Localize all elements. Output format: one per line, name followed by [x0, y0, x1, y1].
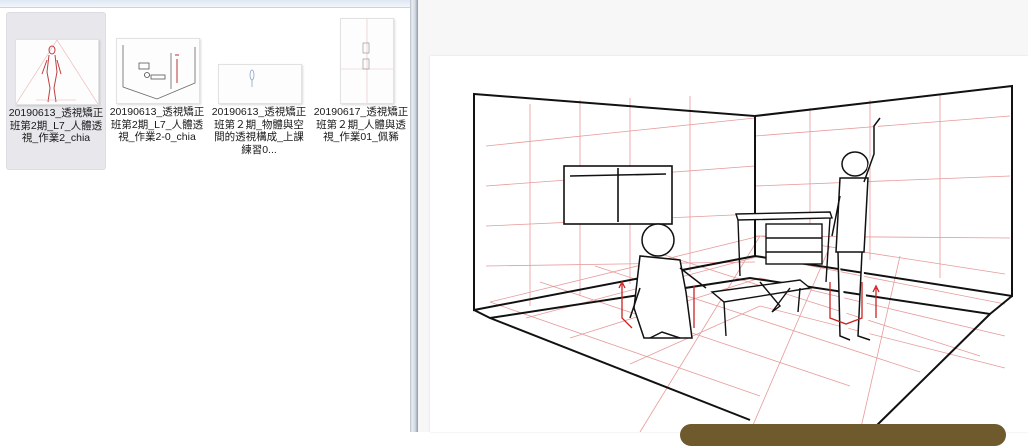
figure-sketch-icon: [16, 40, 98, 104]
standing-figure-drawing: [831, 117, 881, 341]
file-name: 20190613_透視矯正班第2期_L7_人體透視_作業2_chia: [8, 107, 104, 144]
file-name: 20190613_透視矯正班第2期_L7_人體透視_作業2-0_chia: [109, 106, 205, 143]
desk-drawing: [735, 211, 833, 283]
file-item-1[interactable]: 20190613_透視矯正班第2期_L7_人體透視_作業2_chia: [6, 12, 106, 170]
file-thumbnail: [218, 64, 302, 104]
file-name: 20190617_透視矯正班第２期_人體與透視_作業01_佩豨: [313, 106, 409, 143]
file-item-4[interactable]: 20190617_透視矯正班第２期_人體與透視_作業01_佩豨: [312, 12, 410, 168]
file-thumbnail: [116, 38, 200, 104]
window-drawing: [563, 165, 673, 225]
file-item-3[interactable]: 20190613_透視矯正班第２期_物體與空間的透視構成_上課練習0...: [210, 12, 308, 168]
explorer-top-strip: [0, 0, 410, 8]
figure-perspective-icon: [341, 19, 393, 103]
perspective-grid: [485, 94, 1011, 432]
image-viewer-pane: [418, 0, 1028, 446]
image-canvas[interactable]: [430, 56, 1028, 432]
file-thumbnail: [15, 39, 99, 105]
file-item-2[interactable]: 20190613_透視矯正班第2期_L7_人體透視_作業2-0_chia: [108, 12, 206, 168]
watermark-badge: [680, 424, 1006, 446]
room-sketch-icon: [122, 45, 196, 100]
room-outline: [473, 84, 1013, 432]
small-figure-icon: [249, 69, 255, 87]
file-explorer-pane: 20190613_透視矯正班第2期_L7_人體透視_作業2_chia 20190…: [0, 0, 410, 432]
file-thumbnail: [340, 18, 394, 104]
file-name: 20190613_透視矯正班第２期_物體與空間的透視構成_上課練習0...: [211, 106, 307, 156]
perspective-room-drawing: [473, 84, 1013, 432]
pane-splitter[interactable]: [410, 0, 418, 432]
